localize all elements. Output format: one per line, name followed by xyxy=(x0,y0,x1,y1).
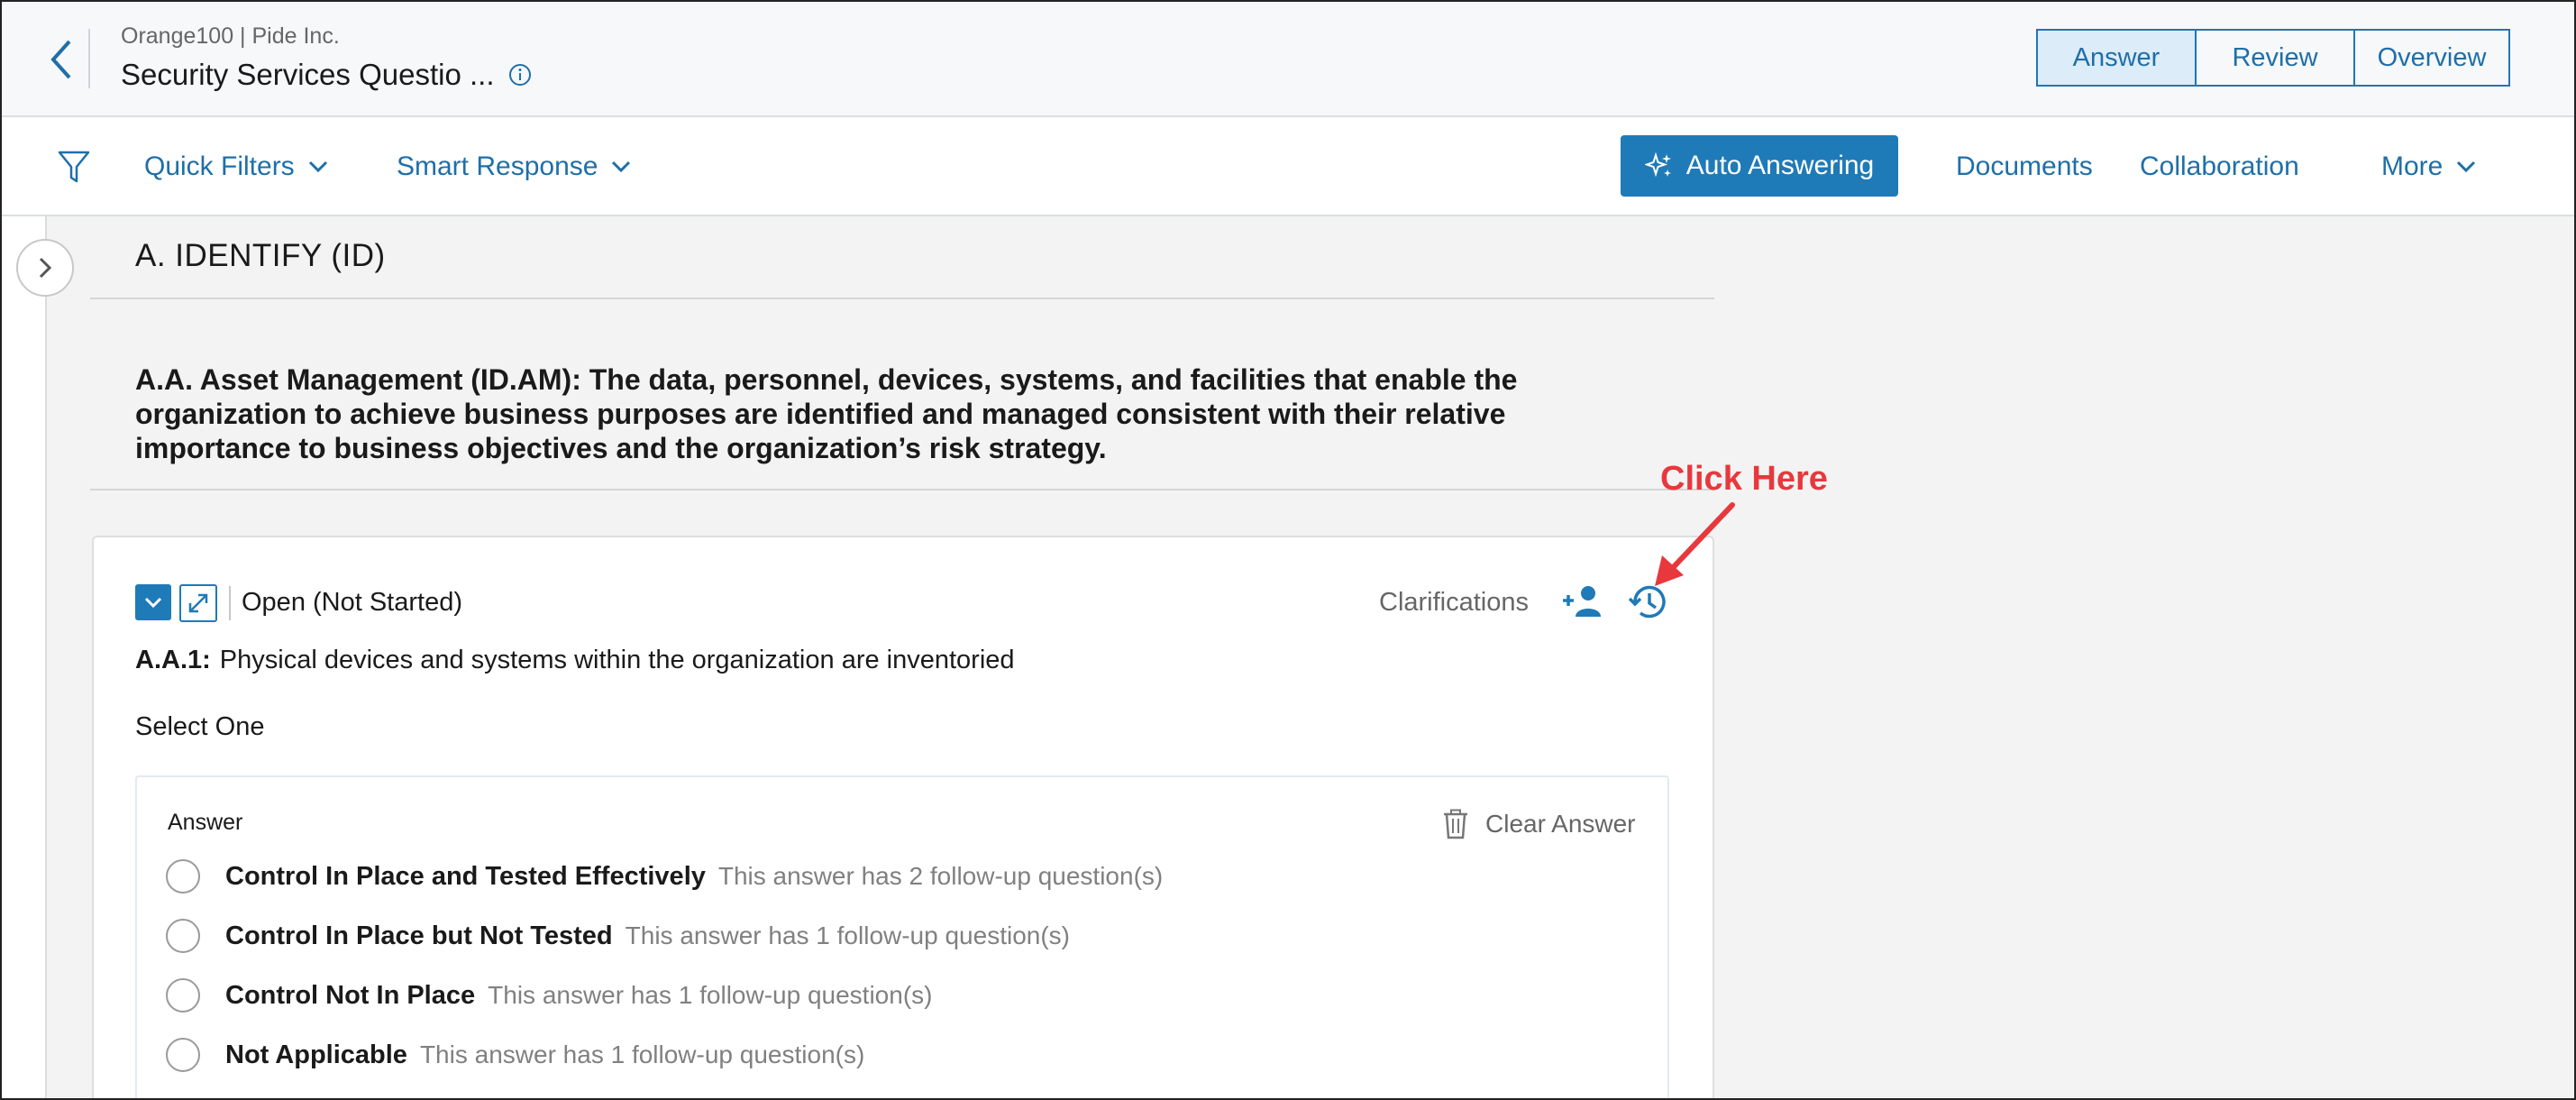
option-label: Control Not In Place xyxy=(225,980,476,1010)
sparkle-icon xyxy=(1644,151,1671,178)
chevron-down-icon xyxy=(612,160,631,173)
collapse-toggle[interactable] xyxy=(135,584,171,620)
subsection-divider xyxy=(90,489,1714,490)
annotation-text: Click Here xyxy=(1660,460,1828,498)
question-text-row: A.A.1: Physical devices and systems withi… xyxy=(135,646,1015,675)
answer-option[interactable]: Control In Place but Not Tested This ans… xyxy=(166,916,1070,956)
auto-answering-button[interactable]: Auto Answering xyxy=(1621,135,1898,197)
view-toggle: Answer Review Overview xyxy=(2036,29,2510,87)
collaboration-link[interactable]: Collaboration xyxy=(2140,117,2299,216)
add-user-icon[interactable] xyxy=(1561,582,1604,620)
radio-button[interactable] xyxy=(166,1038,200,1072)
status-divider xyxy=(229,586,231,620)
option-label: Control In Place but Not Tested xyxy=(225,921,613,950)
org-name: Orange100 | Pide Inc. xyxy=(121,23,340,49)
expand-arrows-icon xyxy=(188,593,208,613)
radio-button[interactable] xyxy=(166,978,200,1013)
top-header: Orange100 | Pide Inc. Security Services … xyxy=(2,2,2574,117)
app-window: Orange100 | Pide Inc. Security Services … xyxy=(0,0,2576,1100)
smart-response-dropdown[interactable]: Smart Response xyxy=(397,117,632,216)
expand-sidebar-button[interactable] xyxy=(16,239,74,297)
quick-filters-dropdown[interactable]: Quick Filters xyxy=(144,117,329,216)
quick-filters-label: Quick Filters xyxy=(144,151,295,181)
annotation-arrow-icon xyxy=(1655,502,1735,586)
header-divider xyxy=(88,29,90,88)
section-divider xyxy=(90,298,1714,299)
status-badge: Open (Not Started) xyxy=(242,588,462,617)
chevron-down-icon xyxy=(308,160,327,173)
more-label: More xyxy=(2381,151,2444,181)
left-rail xyxy=(2,216,47,1098)
tab-review[interactable]: Review xyxy=(2195,31,2353,85)
page-title-row: Security Services Questio ... xyxy=(121,58,532,92)
answer-option[interactable]: Control Not In Place This answer has 1 f… xyxy=(166,976,932,1015)
toolbar: Quick Filters Smart Response Auto Answer… xyxy=(2,117,2574,216)
chevron-right-icon xyxy=(39,257,52,279)
radio-button[interactable] xyxy=(166,919,200,953)
auto-answering-label: Auto Answering xyxy=(1685,151,1875,180)
answer-label: Answer xyxy=(168,810,243,835)
clarifications-link[interactable]: Clarifications xyxy=(1379,588,1529,618)
option-label: Not Applicable xyxy=(225,1040,407,1069)
documents-link[interactable]: Documents xyxy=(1956,117,2093,216)
chevron-down-icon xyxy=(144,597,162,609)
clear-answer-button[interactable]: Clear Answer xyxy=(1442,806,1636,842)
filter-button[interactable] xyxy=(58,117,90,216)
radio-button[interactable] xyxy=(166,859,200,894)
page-title: Security Services Questio ... xyxy=(121,58,495,91)
clear-answer-label: Clear Answer xyxy=(1485,810,1636,838)
subsection-description: A.A. Asset Management (ID.AM): The data,… xyxy=(135,363,1518,464)
option-note: This answer has 1 follow-up question(s) xyxy=(625,921,1070,949)
question-id: A.A.1: xyxy=(135,646,211,674)
more-dropdown[interactable]: More xyxy=(2381,117,2477,216)
section-title: A. IDENTIFY (ID) xyxy=(135,238,386,273)
answer-option[interactable]: Control In Place and Tested Effectively … xyxy=(166,857,1163,896)
chevron-left-icon xyxy=(50,40,71,79)
info-icon[interactable] xyxy=(508,63,532,87)
back-button[interactable] xyxy=(34,32,88,87)
filter-icon xyxy=(58,151,90,183)
tab-answer[interactable]: Answer xyxy=(2038,31,2195,85)
option-note: This answer has 1 follow-up question(s) xyxy=(488,981,933,1009)
option-note: This answer has 1 follow-up question(s) xyxy=(419,1040,865,1068)
answer-option[interactable]: Not Applicable This answer has 1 follow-… xyxy=(166,1035,864,1075)
option-note: This answer has 2 follow-up question(s) xyxy=(717,862,1164,890)
trash-icon xyxy=(1444,809,1467,839)
question-text: Physical devices and systems within the … xyxy=(219,646,1015,674)
smart-response-label: Smart Response xyxy=(397,151,598,181)
option-label: Control In Place and Tested Effectively xyxy=(225,861,706,891)
tab-overview[interactable]: Overview xyxy=(2353,31,2508,85)
select-hint: Select One xyxy=(135,712,265,741)
expand-button[interactable] xyxy=(179,584,217,622)
chevron-down-icon xyxy=(2457,160,2476,173)
